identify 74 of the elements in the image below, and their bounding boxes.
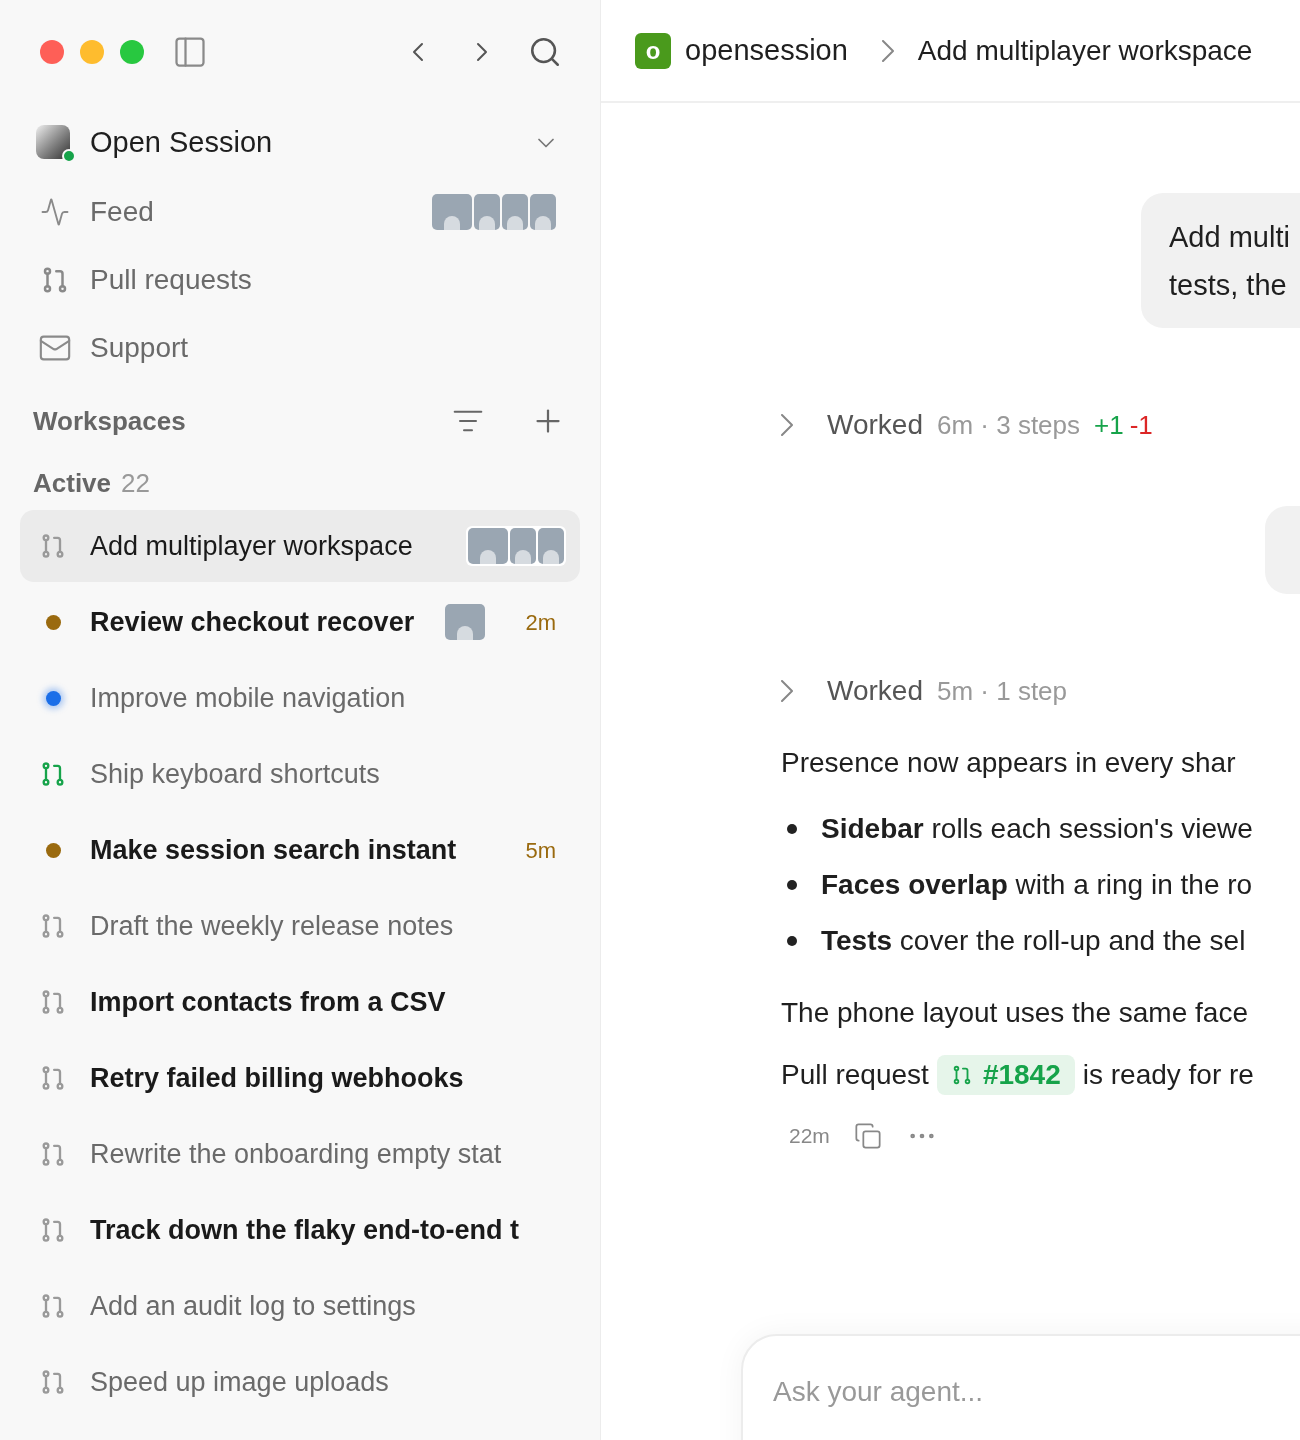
message-time: 22m [789, 1123, 830, 1150]
section-title: Workspaces [33, 404, 186, 438]
workspace-title: Rewrite the onboarding empty stat [90, 1137, 502, 1171]
workspace-item[interactable]: Retry failed billing webhooks [20, 1042, 580, 1114]
worked-meta: 6m · 3 steps [936, 408, 1081, 442]
repo-name[interactable]: opensession [685, 28, 848, 73]
workspace-item[interactable]: Add multiplayer workspace [20, 510, 580, 582]
workspace-title: Import contacts from a CSV [90, 985, 446, 1019]
workspace-item[interactable]: Improve mobile navigation [20, 662, 580, 734]
nav-item[interactable]: Support [0, 314, 600, 382]
avatar-photo-placeholder [432, 194, 472, 230]
message-text: Add multi [1169, 219, 1291, 255]
worked-label[interactable]: Worked [827, 404, 923, 446]
workspace-switcher[interactable]: Open Session [0, 108, 600, 178]
search-icon[interactable] [528, 35, 562, 69]
avatar-photo-placeholder [538, 528, 564, 564]
avatar-photo-placeholder [474, 194, 500, 230]
workspace-item[interactable]: Import contacts from a CSV [20, 966, 580, 1038]
lines-added: +1 [1094, 408, 1124, 442]
time-label: 5m [525, 836, 556, 865]
workspace-item[interactable]: Review checkout recover 2m [20, 586, 580, 658]
bullet-icon [787, 824, 797, 834]
response-paragraph: The phone layout uses the same face [780, 996, 1249, 1030]
bullet-icon [787, 936, 797, 946]
response-paragraph: Presence now appears in every shar [780, 746, 1237, 780]
workspace-title: Draft the weekly release notes [90, 909, 454, 943]
repo-badge: o [635, 32, 671, 69]
workspace-item[interactable]: Draft the weekly release notes [20, 890, 580, 962]
workspace-title: Improve mobile navigation [90, 681, 406, 715]
avatar-photo-placeholder [510, 528, 536, 564]
activity-icon [40, 197, 70, 227]
lines-removed: -1 [1129, 408, 1153, 442]
app-logo-icon [36, 125, 70, 159]
breadcrumb-title: Add multiplayer workspace [917, 33, 1253, 68]
worked-label[interactable]: Worked [827, 670, 923, 712]
chevron-right-icon[interactable] [781, 414, 793, 436]
message-input[interactable]: Ask your agent... [741, 1334, 1300, 1440]
response-text: Pull request [781, 1058, 929, 1092]
workspace-title: Add an audit log to settings [90, 1289, 416, 1323]
nav-item[interactable]: Pull requests [0, 246, 600, 314]
workspace-title: Review checkout recover [90, 605, 415, 639]
workspace-title: Track down the flaky end-to-end t [90, 1213, 520, 1247]
close-window-button[interactable] [40, 40, 64, 64]
bullet-text: Faces overlap with a ring in the ro [821, 868, 1253, 902]
avatar-photo-placeholder [468, 528, 508, 564]
response-text: is ready for re [1082, 1058, 1254, 1092]
workspace-title: Speed up image uploads [90, 1365, 389, 1399]
avatar-photo-placeholder [530, 194, 556, 230]
avatar-photo-placeholder [502, 194, 528, 230]
workspace-item[interactable]: Track down the flaky end-to-end t [20, 1194, 580, 1266]
workspace-item[interactable]: Speed up image uploads [20, 1346, 580, 1418]
bullet-icon [787, 880, 797, 890]
workspace-item[interactable]: Ship keyboard shortcuts [20, 738, 580, 810]
copy-icon[interactable] [853, 1122, 882, 1150]
workspace-title: Add multiplayer workspace [90, 529, 413, 563]
group-count: 22 [121, 466, 150, 500]
workspace-title: Ship keyboard shortcuts [90, 757, 380, 791]
breadcrumb-chevron-icon [881, 39, 894, 62]
maximize-window-button[interactable] [120, 40, 144, 64]
nav-item[interactable]: Feed [0, 178, 600, 246]
workspace-item[interactable]: Make session search instant 5m [20, 814, 580, 886]
workspace-item[interactable]: Rewrite the onboarding empty stat [20, 1118, 580, 1190]
workspace-title: Make session search instant [90, 833, 457, 867]
bullet-text: Sidebar rolls each session's viewe [821, 812, 1253, 846]
workspace-title: Retry failed billing webhooks [90, 1061, 464, 1095]
message-text: tests, the [1169, 267, 1288, 303]
avatar-photo-placeholder [445, 604, 486, 640]
worked-meta: 5m · 1 step [936, 674, 1068, 708]
chevron-right-icon[interactable] [781, 680, 793, 702]
sidebar-toggle-icon[interactable] [172, 34, 208, 70]
group-label: Active [33, 466, 112, 500]
workspace-item[interactable]: Add an audit log to settings [20, 1270, 580, 1342]
bullet-text: Tests cover the roll-up and the sel [821, 924, 1246, 958]
time-label: 2m [525, 608, 556, 637]
